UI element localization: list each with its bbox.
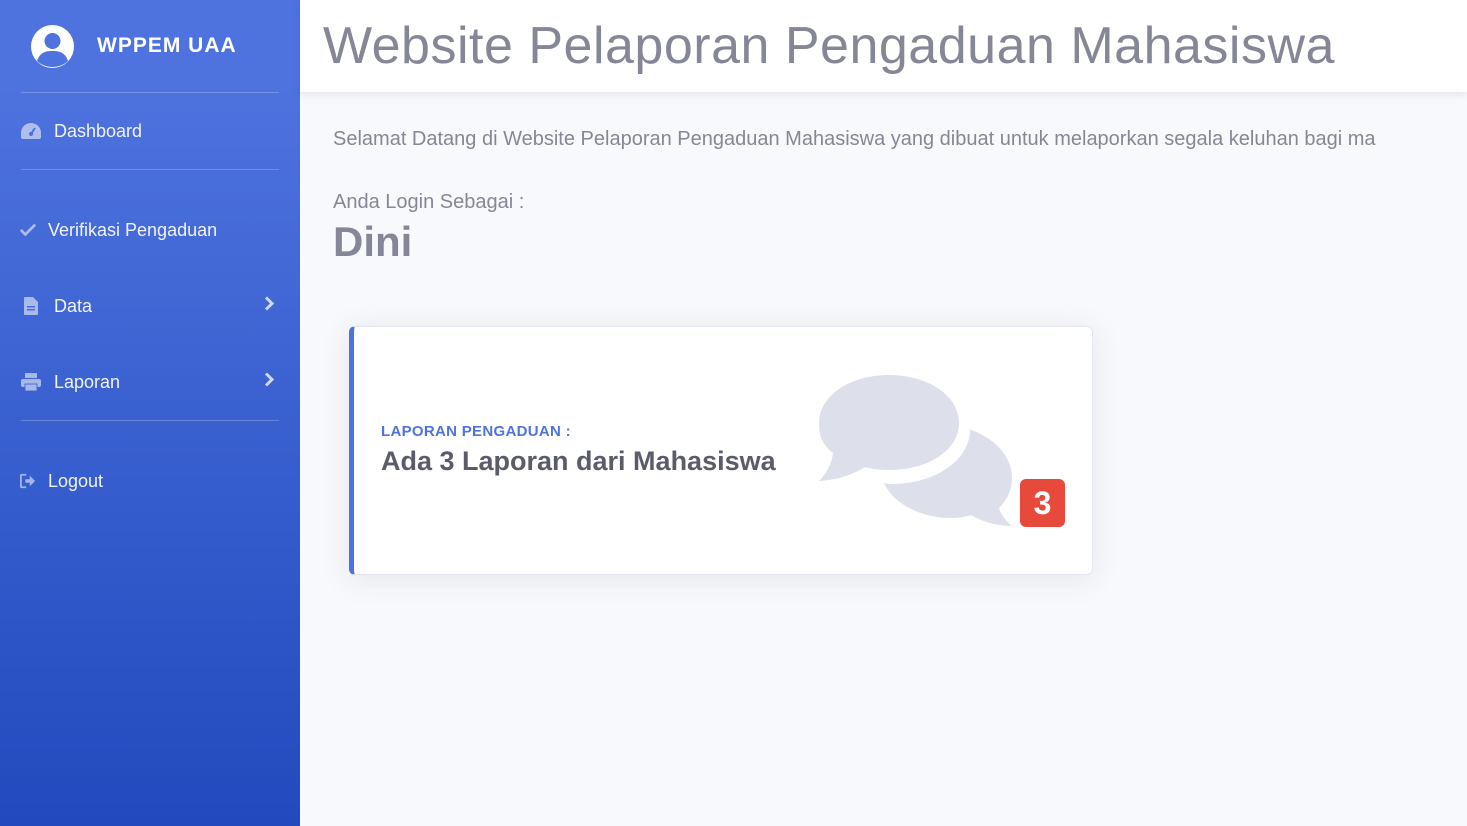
login-label: Anda Login Sebagai : xyxy=(333,191,525,213)
count-badge: 3 xyxy=(1020,479,1065,527)
login-name: Dini xyxy=(333,218,413,265)
card-text: Ada 3 Laporan dari Mahasiswa xyxy=(381,446,776,476)
sidebar: WPPEM UAA Dashboard Verifikasi Pengaduan xyxy=(0,0,300,826)
sidebar-item-logout[interactable]: Logout xyxy=(0,443,300,519)
brand-name: WPPEM UAA xyxy=(97,34,237,57)
chevron-right-icon xyxy=(264,372,275,393)
sidebar-item-label: Logout xyxy=(48,470,104,491)
topbar: Website Pelaporan Pengaduan Mahasiswa xyxy=(300,0,1467,92)
sidebar-item-label: Laporan xyxy=(54,371,121,392)
chevron-right-icon xyxy=(264,296,275,317)
sidebar-item-dashboard[interactable]: Dashboard xyxy=(0,93,300,169)
sidebar-item-label: Data xyxy=(54,295,93,316)
page-title: Website Pelaporan Pengaduan Mahasiswa xyxy=(323,17,1335,75)
main-content: Selamat Datang di Website Pelaporan Peng… xyxy=(333,92,1467,575)
welcome-text: Selamat Datang di Website Pelaporan Peng… xyxy=(333,128,1376,150)
tachometer-icon xyxy=(20,120,42,142)
file-icon xyxy=(20,295,42,317)
sign-out-icon xyxy=(20,470,36,492)
card-subtitle: LAPORAN PENGADUAN : xyxy=(381,423,571,440)
sidebar-item-label: Dashboard xyxy=(54,120,143,141)
brand[interactable]: WPPEM UAA xyxy=(0,0,300,92)
check-icon xyxy=(20,219,36,241)
print-icon xyxy=(20,371,42,393)
comments-icon xyxy=(814,373,1014,533)
sidebar-item-data[interactable]: Data xyxy=(0,268,300,344)
report-card[interactable]: LAPORAN PENGADUAN : Ada 3 Laporan dari M… xyxy=(349,326,1093,575)
sidebar-item-label: Verifikasi Pengaduan xyxy=(48,219,218,240)
user-circle-icon xyxy=(31,24,74,68)
sidebar-item-verifikasi-pengaduan[interactable]: Verifikasi Pengaduan xyxy=(0,192,300,268)
sidebar-item-laporan[interactable]: Laporan xyxy=(0,344,300,420)
